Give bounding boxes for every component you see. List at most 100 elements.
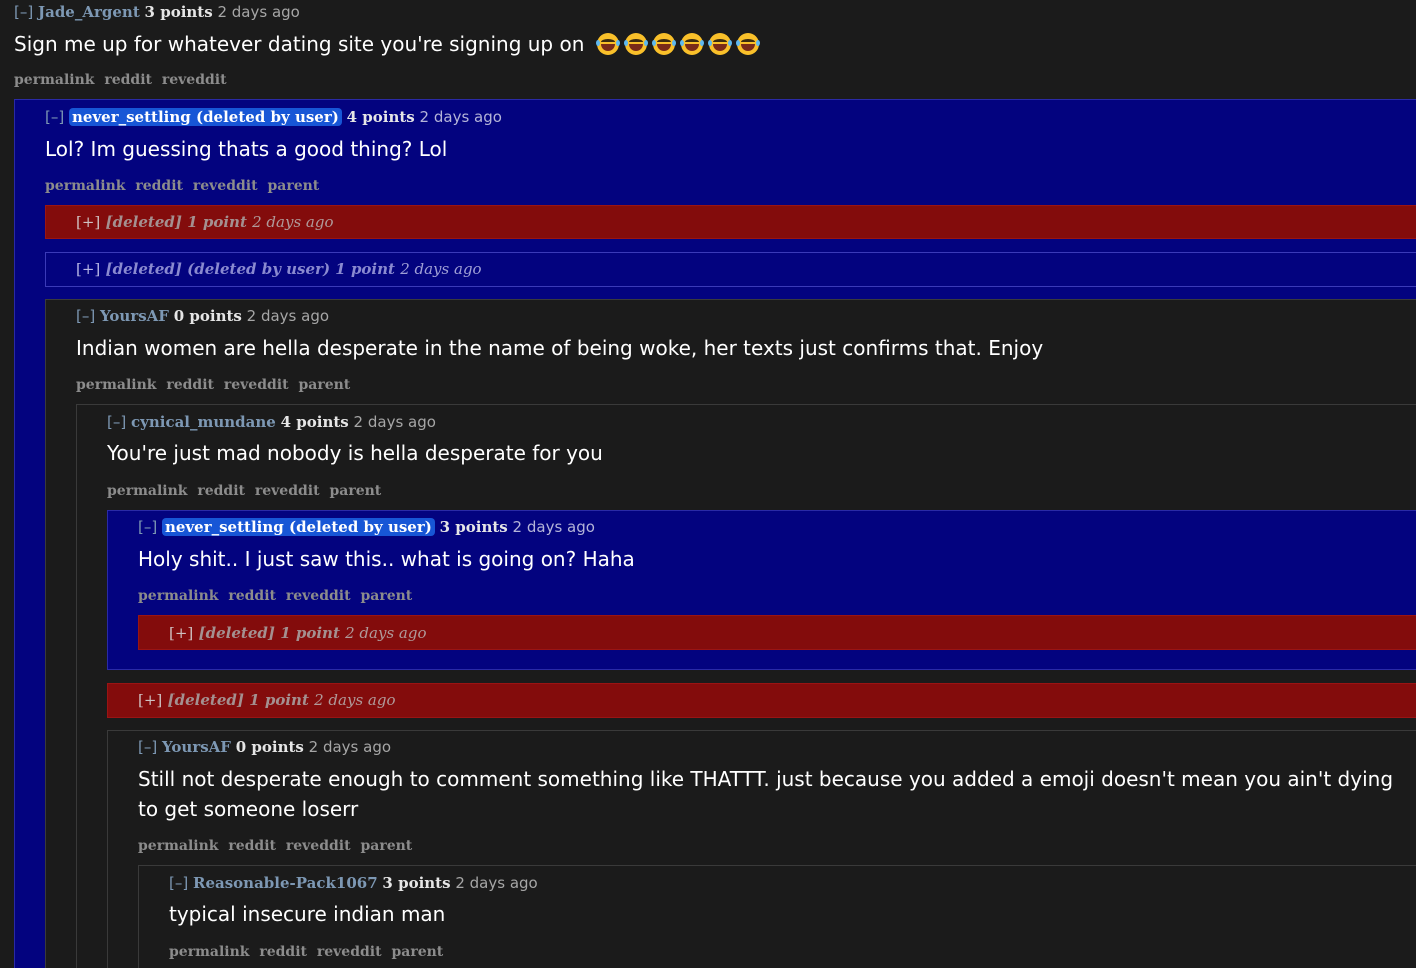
comment-links: permalink reddit reveddit parent bbox=[107, 482, 386, 500]
comment-links: permalink reddit reveddit parent bbox=[169, 943, 448, 961]
comment-time: 2 days ago bbox=[512, 518, 595, 536]
username-link[interactable]: Jade_Argent bbox=[38, 3, 140, 21]
expand-toggle[interactable]: [+] bbox=[169, 624, 193, 642]
expand-toggle[interactable]: [+] bbox=[138, 691, 162, 709]
reveddit-link[interactable]: reveddit bbox=[286, 838, 351, 854]
comment-header: [–] Jade_Argent 3 points 2 days ago bbox=[14, 2, 300, 22]
collapse-toggle[interactable]: [–] bbox=[45, 108, 64, 126]
username-badge[interactable]: never_settling (deleted by user) bbox=[162, 518, 435, 536]
expand-toggle[interactable]: [+] bbox=[76, 260, 100, 278]
comment-time: 2 days ago bbox=[252, 213, 334, 231]
collapse-toggle[interactable]: [–] bbox=[76, 307, 95, 325]
deleted-username: [deleted] bbox=[105, 213, 182, 231]
parent-link[interactable]: parent bbox=[267, 178, 319, 194]
comment-header: [–] never_settling (deleted by user) 4 p… bbox=[45, 107, 502, 127]
comment-time: 2 days ago bbox=[345, 624, 427, 642]
username-link[interactable]: YoursAF bbox=[100, 307, 169, 325]
laughing-crying-emoji-icon bbox=[735, 33, 760, 55]
reddit-link[interactable]: reddit bbox=[166, 377, 214, 393]
comment-header: [–] never_settling (deleted by user) 3 p… bbox=[138, 517, 595, 537]
comment-time: 2 days ago bbox=[400, 260, 482, 278]
reddit-link[interactable]: reddit bbox=[135, 178, 183, 194]
deleted-username: [deleted] bbox=[167, 691, 244, 709]
comment-text: Sign me up for whatever dating site you'… bbox=[14, 32, 585, 56]
reveddit-link[interactable]: reveddit bbox=[193, 178, 258, 194]
comment-header: [–] YoursAF 0 points 2 days ago bbox=[76, 306, 329, 326]
reveddit-link[interactable]: reveddit bbox=[286, 588, 351, 604]
expand-toggle[interactable]: [+] bbox=[76, 213, 100, 231]
parent-link[interactable]: parent bbox=[298, 377, 350, 393]
reveddit-link[interactable]: reveddit bbox=[317, 944, 382, 960]
permalink-link[interactable]: permalink bbox=[14, 72, 94, 88]
username-link[interactable]: YoursAF bbox=[162, 738, 231, 756]
comment-text: Holy shit.. I just saw this.. what is go… bbox=[138, 547, 635, 571]
comment-time: 2 days ago bbox=[455, 874, 538, 892]
comment-points: 3 points bbox=[144, 3, 213, 21]
collapse-toggle[interactable]: [–] bbox=[169, 874, 188, 892]
comment-points: 1 point bbox=[280, 624, 340, 642]
comment-header: [–] Reasonable-Pack1067 3 points 2 days … bbox=[169, 873, 538, 893]
comment-links: permalink reddit reveddit parent bbox=[138, 837, 417, 855]
collapse-toggle[interactable]: [–] bbox=[138, 738, 157, 756]
username-link[interactable]: Reasonable-Pack1067 bbox=[193, 874, 378, 892]
deleted-comment-header: [+] [deleted] 1 point 2 days ago bbox=[169, 623, 426, 643]
permalink-link[interactable]: permalink bbox=[138, 838, 218, 854]
reveddit-link[interactable]: reveddit bbox=[255, 483, 320, 499]
reveddit-link[interactable]: reveddit bbox=[162, 72, 227, 88]
comment-points: 4 points bbox=[280, 413, 349, 431]
comment-header: [–] YoursAF 0 points 2 days ago bbox=[138, 737, 391, 757]
comment-text: typical insecure indian man bbox=[169, 902, 446, 926]
deleted-username: [deleted] bbox=[198, 624, 275, 642]
comment-links: permalink reddit reveddit parent bbox=[76, 376, 355, 394]
permalink-link[interactable]: permalink bbox=[76, 377, 156, 393]
laughing-crying-emoji-icon bbox=[707, 33, 732, 55]
reveddit-link[interactable]: reveddit bbox=[224, 377, 289, 393]
reddit-link[interactable]: reddit bbox=[197, 483, 245, 499]
collapse-toggle[interactable]: [–] bbox=[14, 3, 33, 21]
reddit-link[interactable]: reddit bbox=[104, 72, 152, 88]
comment-text: You're just mad nobody is hella desperat… bbox=[107, 441, 603, 465]
reddit-link[interactable]: reddit bbox=[228, 838, 276, 854]
permalink-link[interactable]: permalink bbox=[169, 944, 249, 960]
comment-time: 2 days ago bbox=[217, 3, 300, 21]
parent-link[interactable]: parent bbox=[391, 944, 443, 960]
comment-links: permalink reddit reveddit bbox=[14, 71, 232, 89]
parent-link[interactable]: parent bbox=[329, 483, 381, 499]
deleted-comment-header: [+] [deleted] 1 point 2 days ago bbox=[138, 690, 395, 710]
parent-link[interactable]: parent bbox=[360, 588, 412, 604]
laughing-crying-emoji-icon bbox=[651, 33, 676, 55]
permalink-link[interactable]: permalink bbox=[138, 588, 218, 604]
comment-time: 2 days ago bbox=[308, 738, 392, 756]
parent-link[interactable]: parent bbox=[360, 838, 412, 854]
permalink-link[interactable]: permalink bbox=[107, 483, 187, 499]
emoji-row bbox=[591, 32, 760, 56]
comment-points: 0 points bbox=[173, 307, 242, 325]
laughing-crying-emoji-icon bbox=[595, 33, 620, 55]
username-link[interactable]: cynical_mundane bbox=[131, 413, 276, 431]
comment-time: 2 days ago bbox=[419, 108, 502, 126]
comment-points: 1 point bbox=[187, 213, 247, 231]
deleted-comment-header: [+] [deleted] (deleted by user) 1 point … bbox=[76, 259, 482, 279]
comment-points: 3 points bbox=[382, 874, 451, 892]
comment-points: 1 point bbox=[335, 260, 395, 278]
comment-text: Lol? Im guessing thats a good thing? Lol bbox=[45, 137, 448, 161]
comment-text: Indian women are hella desperate in the … bbox=[76, 336, 1044, 360]
comment-header: [–] cynical_mundane 4 points 2 days ago bbox=[107, 412, 436, 432]
comment-points: 3 points bbox=[439, 518, 508, 536]
username-badge[interactable]: never_settling (deleted by user) bbox=[69, 108, 342, 126]
permalink-link[interactable]: permalink bbox=[45, 178, 125, 194]
comment-time: 2 days ago bbox=[353, 413, 436, 431]
reddit-link[interactable]: reddit bbox=[228, 588, 276, 604]
deleted-comment-header: [+] [deleted] 1 point 2 days ago bbox=[76, 212, 333, 232]
reddit-link[interactable]: reddit bbox=[259, 944, 307, 960]
collapse-toggle[interactable]: [–] bbox=[138, 518, 157, 536]
comment-body: Sign me up for whatever dating site you'… bbox=[14, 29, 1404, 59]
collapse-toggle[interactable]: [–] bbox=[107, 413, 126, 431]
comment-time: 2 days ago bbox=[246, 307, 330, 325]
laughing-crying-emoji-icon bbox=[679, 33, 704, 55]
comment-points: 4 points bbox=[346, 108, 415, 126]
comment-text: Still not desperate enough to comment so… bbox=[138, 767, 1394, 821]
deleted-username: [deleted] (deleted by user) bbox=[105, 260, 331, 278]
comment-points: 1 point bbox=[249, 691, 309, 709]
comment-points: 0 points bbox=[235, 738, 304, 756]
